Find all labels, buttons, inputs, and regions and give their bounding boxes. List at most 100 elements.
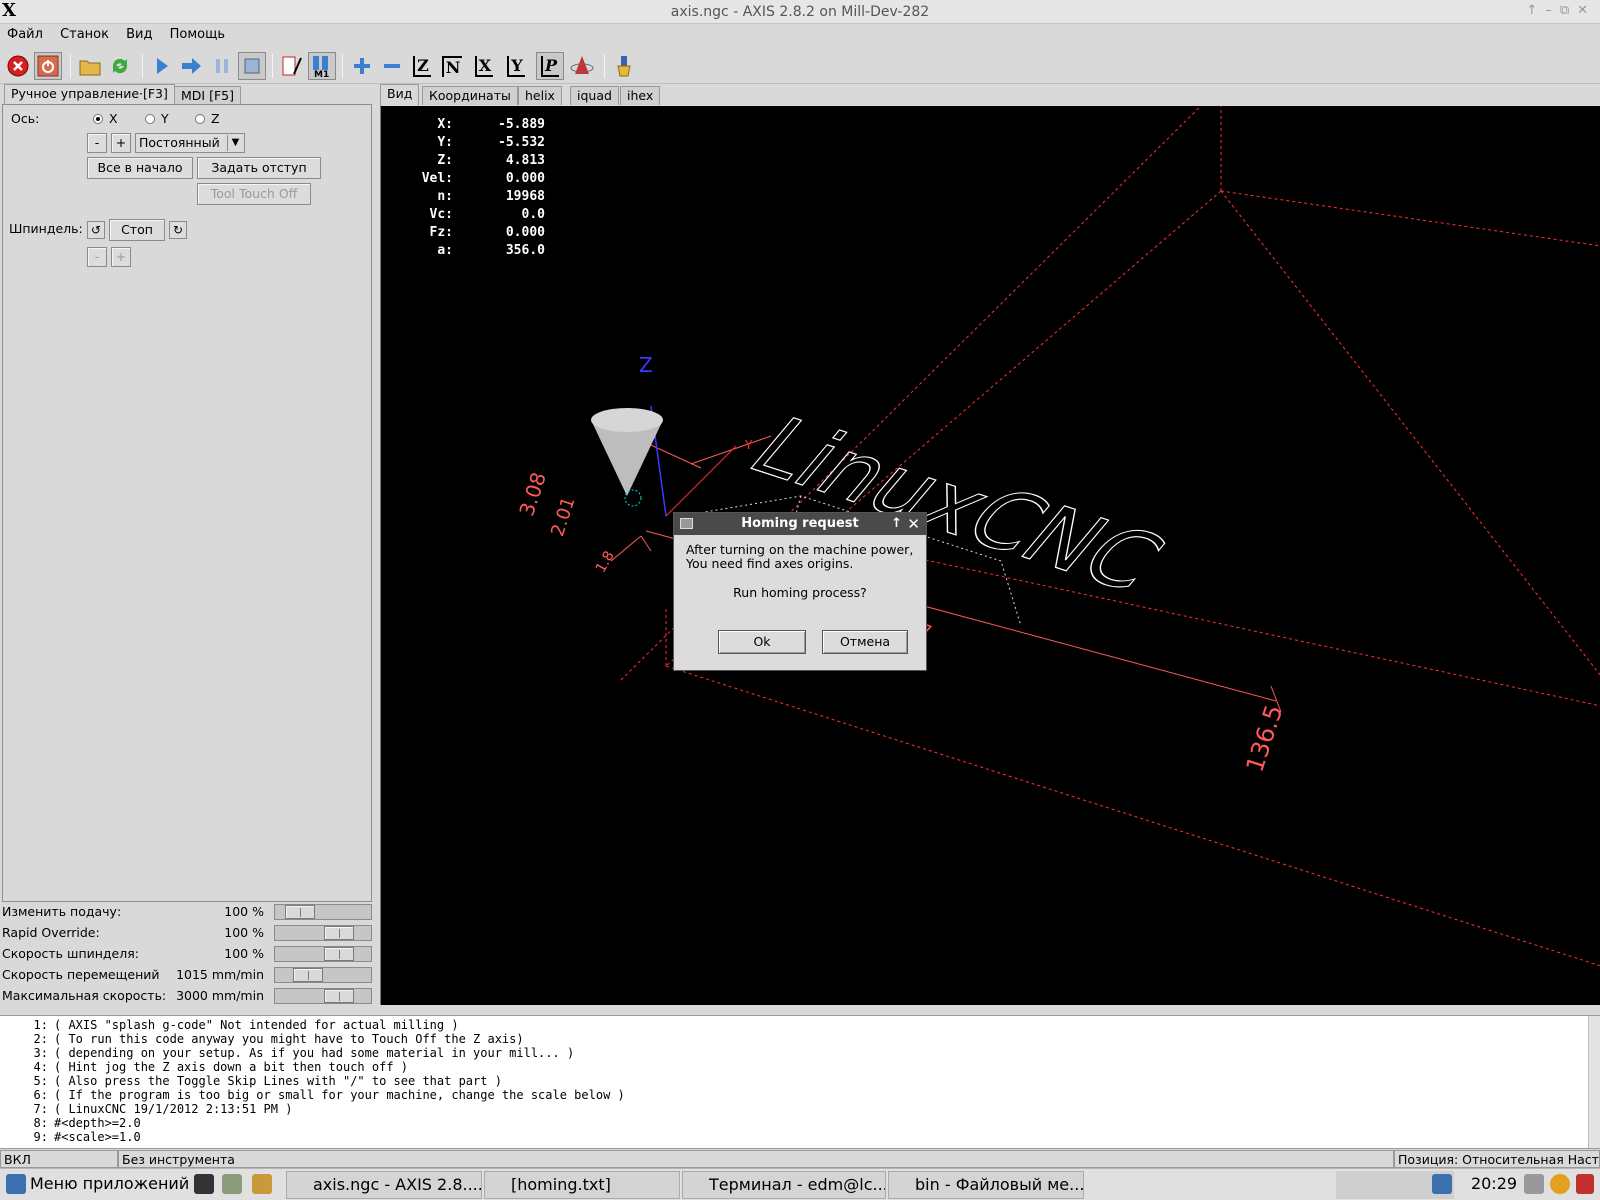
line-text: ( To run this code anyway you might have… bbox=[54, 1032, 524, 1046]
logout-icon[interactable] bbox=[1576, 1174, 1594, 1194]
preview-canvas[interactable]: X: -5.889 Y: -5.532 Z: 4.813 Vel: 0.000 n: 19968 V… bbox=[380, 106, 1600, 1005]
updates-icon[interactable] bbox=[1550, 1174, 1570, 1194]
dialog-question: Run homing process? bbox=[733, 585, 867, 600]
applications-menu[interactable]: Меню приложений bbox=[30, 1171, 189, 1197]
touch-off-button[interactable]: Задать отступ bbox=[197, 157, 321, 179]
zoom-out-icon[interactable] bbox=[378, 52, 406, 80]
dialog-raise-icon[interactable]: ↑ bbox=[891, 513, 902, 535]
view-z2-icon[interactable]: N bbox=[438, 52, 466, 80]
jog-mode-select[interactable]: Постоянный ▼ bbox=[135, 133, 245, 153]
gcode-line[interactable]: 6: ( If the program is too big or small f… bbox=[0, 1088, 625, 1102]
slider-thumb[interactable] bbox=[285, 905, 315, 919]
slider-track[interactable] bbox=[274, 988, 372, 1004]
tool-touch-off-button[interactable]: Tool Touch Off bbox=[197, 183, 311, 205]
gcode-line[interactable]: 1: ( AXIS "splash g-code" Not intended fo… bbox=[0, 1018, 459, 1032]
slider-label: Rapid Override: bbox=[2, 925, 100, 940]
gcode-line[interactable]: 3: ( depending on your setup. As if you h… bbox=[0, 1046, 575, 1060]
power-icon[interactable] bbox=[34, 52, 62, 80]
axis-x-radio[interactable]: X bbox=[93, 111, 118, 126]
skip-lines-icon[interactable] bbox=[278, 52, 306, 80]
axis-tray-icon[interactable] bbox=[1432, 1174, 1452, 1194]
home-all-button[interactable]: Все в начало bbox=[87, 157, 193, 179]
tab-manual[interactable]: Ручное управление·[F3] bbox=[4, 84, 175, 105]
run-icon[interactable] bbox=[148, 52, 176, 80]
slider-row: Скорость перемещений 1015 mm/min bbox=[2, 965, 372, 985]
dim-main-label: 136.5 bbox=[1241, 702, 1289, 776]
optional-stop-icon[interactable]: M1 bbox=[308, 52, 336, 80]
window-controls[interactable]: ↑–⧉✕ bbox=[1526, 3, 1596, 18]
task-filemanager-label: bin - Файловый ме... bbox=[915, 1175, 1084, 1194]
axis-y-radio[interactable]: Y bbox=[145, 111, 169, 126]
slider-label: Скорость перемещений bbox=[2, 967, 160, 982]
spindle-cw-icon[interactable]: ↻ bbox=[169, 221, 187, 239]
task-filemanager[interactable]: bin - Файловый ме... bbox=[888, 1171, 1084, 1199]
menu-file[interactable]: Файл bbox=[0, 24, 49, 42]
estop-icon[interactable] bbox=[4, 52, 32, 80]
dim-a-label: 3.08 bbox=[514, 469, 551, 519]
axis-label: Ось: bbox=[11, 111, 40, 126]
editor-launcher-icon[interactable] bbox=[252, 1174, 272, 1194]
reload-icon[interactable] bbox=[106, 52, 134, 80]
gcode-line[interactable]: 2: ( To run this code anyway you might ha… bbox=[0, 1032, 524, 1046]
clear-backplot-icon[interactable] bbox=[610, 52, 638, 80]
gcode-listing[interactable]: 1: ( AXIS "splash g-code" Not intended fo… bbox=[0, 1015, 1600, 1149]
jog-plus-button[interactable]: + bbox=[111, 133, 131, 153]
terminal-launcher-icon[interactable] bbox=[194, 1174, 214, 1194]
axis-z-radio[interactable]: Z bbox=[195, 111, 220, 126]
zoom-in-icon[interactable] bbox=[348, 52, 376, 80]
left-tabs: Ручное управление·[F3] MDI [F5] bbox=[0, 84, 372, 105]
gcode-scrollbar[interactable] bbox=[1588, 1016, 1600, 1148]
gcode-line[interactable]: 5: ( Also press the Toggle Skip Lines wit… bbox=[0, 1074, 502, 1088]
gcode-line[interactable]: 4: ( Hint jog the Z axis down a bit then … bbox=[0, 1060, 408, 1074]
ok-button[interactable]: Ok bbox=[718, 630, 806, 654]
slider-thumb[interactable] bbox=[324, 926, 354, 940]
slider-thumb[interactable] bbox=[293, 968, 323, 982]
task-homing[interactable]: [homing.txt] bbox=[484, 1171, 680, 1199]
tab-dro[interactable]: Координаты bbox=[422, 86, 518, 105]
close-icon[interactable]: ✕ bbox=[907, 513, 920, 535]
slider-label: Изменить подачу: bbox=[2, 904, 122, 919]
clock: 20:29 bbox=[1470, 1174, 1518, 1193]
view-x-icon[interactable]: X bbox=[470, 52, 498, 80]
toolbar: M1 Z N X Y P bbox=[0, 48, 1600, 84]
slider-track[interactable] bbox=[274, 925, 372, 941]
dialog-line-1: After turning on the machine power, bbox=[686, 542, 914, 557]
menu-machine[interactable]: Станок bbox=[53, 24, 115, 42]
slider-value: 100 % bbox=[224, 904, 264, 919]
spindle-stop-button[interactable]: Стоп bbox=[109, 219, 165, 241]
tab-mdi[interactable]: MDI [F5] bbox=[174, 86, 241, 105]
tool-status: Без инструмента bbox=[118, 1150, 1394, 1168]
task-terminal-label: Терминал - edm@lc... bbox=[709, 1175, 886, 1194]
slider-thumb[interactable] bbox=[324, 947, 354, 961]
spindle-ccw-icon[interactable]: ↺ bbox=[87, 221, 105, 239]
files-launcher-icon[interactable] bbox=[222, 1174, 242, 1194]
spindle-minus-button[interactable]: - bbox=[87, 247, 107, 267]
slider-track[interactable] bbox=[274, 904, 372, 920]
tab-iquad[interactable]: iquad bbox=[570, 86, 619, 105]
open-file-icon[interactable] bbox=[76, 52, 104, 80]
jog-minus-button[interactable]: - bbox=[87, 133, 107, 153]
gcode-line[interactable]: 9: #<scale>=1.0 bbox=[0, 1130, 141, 1144]
rotate-icon[interactable] bbox=[568, 52, 596, 80]
gcode-line[interactable]: 8: #<depth>=2.0 bbox=[0, 1116, 141, 1130]
step-icon[interactable] bbox=[178, 52, 206, 80]
tab-preview[interactable]: Вид bbox=[380, 84, 420, 106]
gcode-line[interactable]: 7: ( LinuxCNC 19/1/2012 2:13:51 PM ) bbox=[0, 1102, 293, 1116]
menu-help[interactable]: Помощь bbox=[163, 24, 231, 42]
slider-track[interactable] bbox=[274, 946, 372, 962]
slider-thumb[interactable] bbox=[324, 989, 354, 1003]
view-z-icon[interactable]: Z bbox=[408, 52, 436, 80]
tab-helix[interactable]: helix bbox=[518, 86, 562, 105]
tab-ihex[interactable]: ihex bbox=[620, 86, 661, 105]
menu-view[interactable]: Вид bbox=[119, 24, 158, 42]
view-y-icon[interactable]: Y bbox=[502, 52, 530, 80]
task-terminal[interactable]: Терминал - edm@lc... bbox=[682, 1171, 886, 1199]
task-axis[interactable]: axis.ngc - AXIS 2.8.... bbox=[286, 1171, 482, 1199]
pause-icon[interactable] bbox=[208, 52, 236, 80]
slider-track[interactable] bbox=[274, 967, 372, 983]
spindle-plus-button[interactable]: + bbox=[111, 247, 131, 267]
view-p-icon[interactable]: P bbox=[536, 52, 564, 80]
stop-icon[interactable] bbox=[238, 52, 266, 80]
network-icon[interactable] bbox=[1524, 1174, 1544, 1194]
cancel-button[interactable]: Отмена bbox=[822, 630, 908, 654]
